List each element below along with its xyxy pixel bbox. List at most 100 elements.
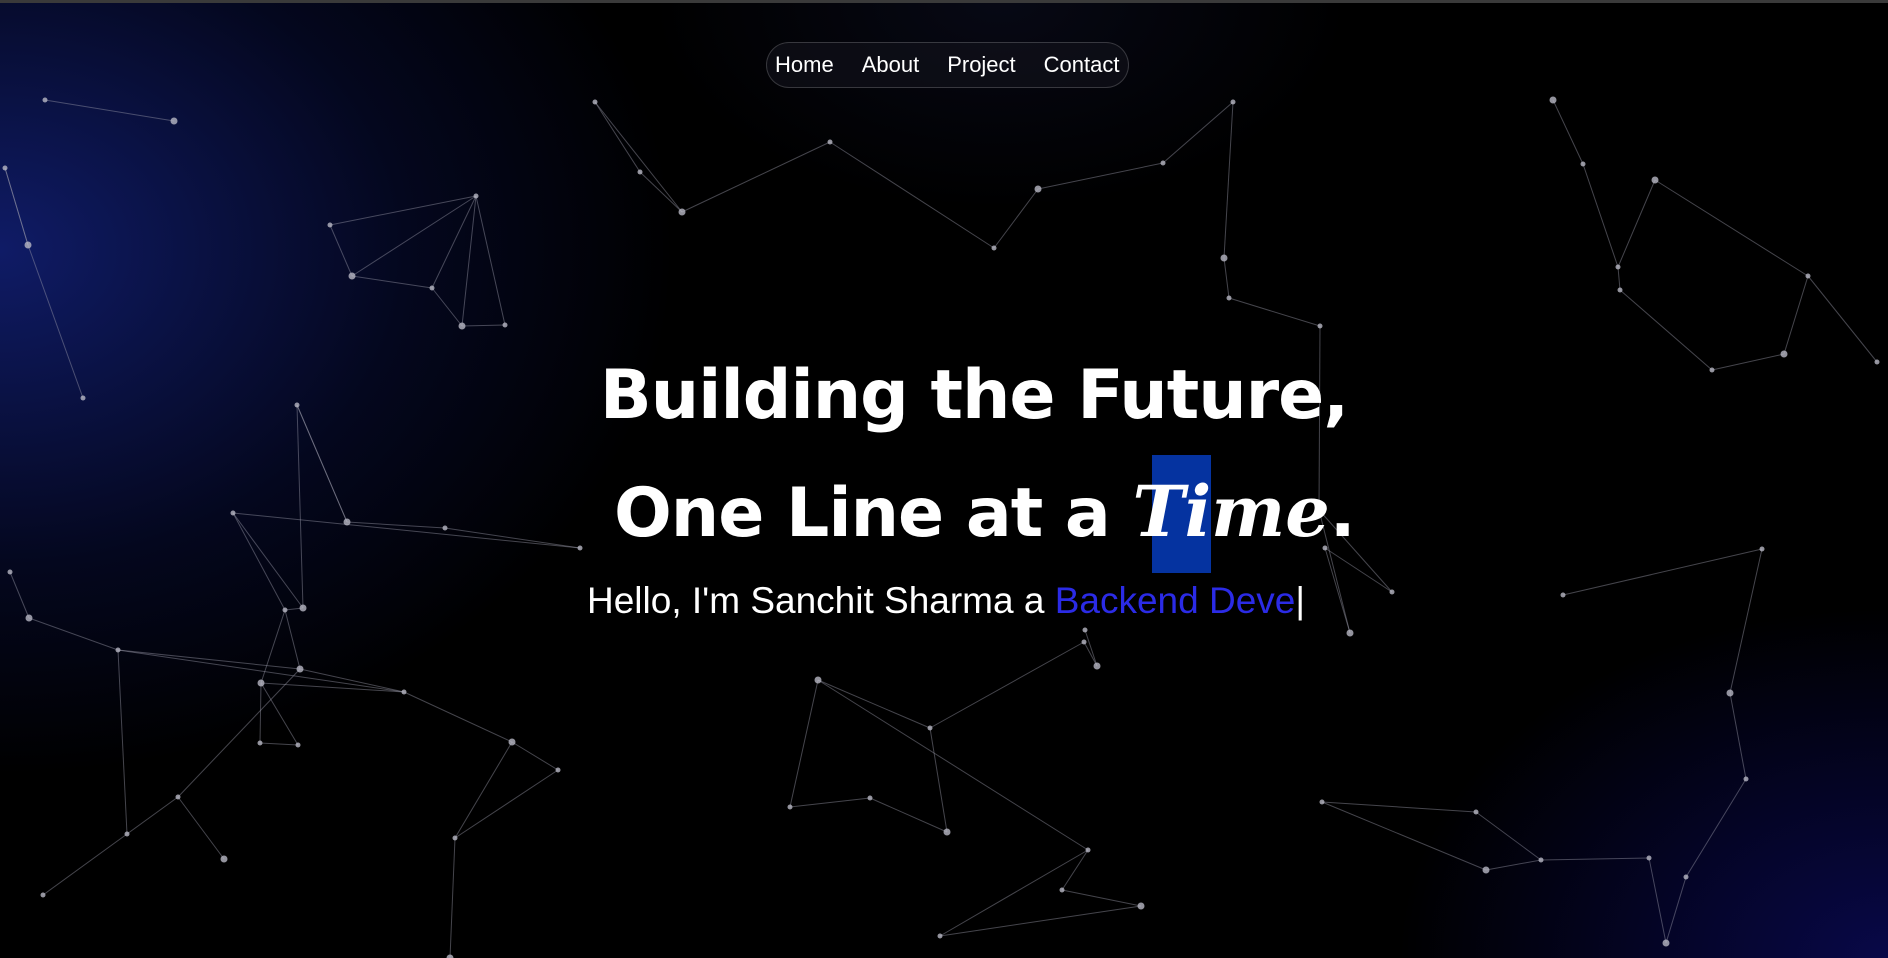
network-node: [1220, 254, 1228, 262]
network-edge: [117, 649, 128, 835]
network-node: [827, 139, 833, 145]
network-edge: [1617, 179, 1656, 268]
network-edge: [1648, 857, 1667, 944]
network-node: [1646, 855, 1652, 861]
network-node: [1034, 185, 1042, 193]
nav-project-link[interactable]: Project: [933, 42, 1029, 88]
network-node: [1683, 874, 1689, 880]
network-edge: [1685, 778, 1747, 878]
network-edge: [1654, 179, 1809, 277]
network-edge: [461, 324, 506, 327]
network-edge: [929, 641, 1085, 729]
network-node: [787, 804, 793, 810]
network-node: [991, 245, 997, 251]
network-edge: [1061, 889, 1142, 907]
network-edge: [939, 849, 1089, 937]
network-edge: [454, 769, 559, 839]
network-edge: [329, 224, 353, 277]
network-node: [927, 725, 933, 731]
network-node: [1617, 287, 1623, 293]
network-node: [867, 795, 873, 801]
network-edge: [939, 905, 1142, 937]
network-edge: [259, 742, 299, 746]
network-node: [442, 525, 448, 531]
network-node: [25, 614, 33, 622]
network-node: [348, 272, 356, 280]
network-edge: [1582, 163, 1619, 268]
network-node: [1093, 662, 1101, 670]
network-node: [220, 855, 228, 863]
nav-about-link[interactable]: About: [848, 42, 934, 88]
network-edge: [346, 521, 446, 529]
network-edge: [1324, 547, 1351, 634]
network-edge: [817, 679, 1089, 851]
network-edge: [869, 797, 948, 833]
network-node: [282, 607, 288, 613]
network-edge: [1223, 257, 1230, 299]
network-edge: [4, 167, 29, 246]
network-node: [170, 117, 178, 125]
network-edge: [789, 679, 819, 808]
network-edge: [454, 741, 513, 839]
greeting-text: Hello, I'm Sanchit Sharma a: [587, 580, 1055, 621]
headline-line-2-prefix: One Line at a: [614, 474, 1133, 553]
network-node: [343, 518, 351, 526]
network-edge: [1037, 162, 1164, 190]
typed-role-text: Backend Deve: [1054, 580, 1296, 621]
network-edge: [1475, 811, 1542, 861]
network-node: [1081, 639, 1087, 645]
network-node: [7, 569, 13, 575]
network-edge: [511, 741, 559, 771]
network-edge: [42, 833, 128, 896]
network-edge: [475, 195, 506, 326]
network-node: [1482, 866, 1490, 874]
network-edge: [232, 512, 304, 609]
network-node: [1059, 887, 1065, 893]
network-edge: [1061, 849, 1089, 891]
network-node: [40, 892, 46, 898]
network-edge: [232, 512, 581, 549]
network-edge: [126, 796, 179, 835]
network-edge: [461, 195, 477, 327]
network-node: [257, 740, 263, 746]
network-node: [943, 828, 951, 836]
hero-section: Home About Project Contact Building the …: [0, 0, 1888, 958]
network-edge: [177, 796, 225, 860]
nav-home-link[interactable]: Home: [769, 42, 848, 88]
network-node: [1160, 160, 1166, 166]
network-node: [452, 835, 458, 841]
network-node: [1662, 939, 1670, 947]
network-edge: [296, 404, 304, 609]
network-node: [1726, 689, 1734, 697]
hero-headline-line-2: One Line at a Time.: [614, 470, 1356, 553]
network-edge: [1162, 101, 1234, 164]
network-edge: [260, 682, 299, 746]
network-node: [296, 665, 304, 673]
network-node: [299, 604, 307, 612]
network-edge: [1783, 275, 1809, 355]
network-edge: [1729, 692, 1747, 780]
network-node: [458, 322, 466, 330]
network-edge: [260, 609, 286, 684]
network-node: [124, 831, 130, 837]
network-node: [1759, 546, 1765, 552]
network-node: [115, 647, 121, 653]
network-edge: [929, 727, 948, 833]
network-edge: [1321, 801, 1477, 813]
network-edge: [9, 571, 30, 619]
network-node: [1743, 776, 1749, 782]
network-edge: [431, 287, 463, 327]
hero-greeting: Hello, I'm Sanchit Sharma a Backend Deve…: [587, 580, 1305, 622]
network-edge: [1807, 275, 1878, 363]
network-edge: [1228, 297, 1321, 327]
network-node: [24, 241, 32, 249]
network-node: [937, 933, 943, 939]
nav-contact-link[interactable]: Contact: [1030, 42, 1126, 88]
network-node: [1549, 96, 1557, 104]
network-edge: [1540, 857, 1650, 861]
network-node: [1319, 799, 1325, 805]
network-node: [1560, 592, 1566, 598]
network-node: [1473, 809, 1479, 815]
network-node: [295, 742, 301, 748]
network-node: [1137, 902, 1145, 910]
